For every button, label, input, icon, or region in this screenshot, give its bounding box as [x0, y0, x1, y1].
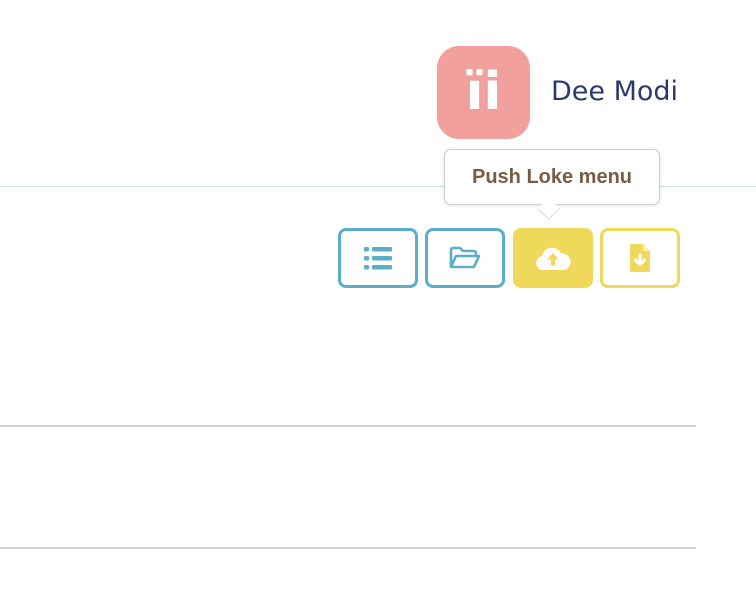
folder-open-icon [448, 245, 482, 271]
avatar[interactable]: ïi [437, 46, 530, 139]
page: ïi Dee Modi Push Loke menu [0, 0, 756, 602]
row-divider [0, 425, 696, 427]
file-download-icon [628, 243, 652, 273]
tooltip-text: Push Loke menu [471, 165, 633, 188]
list-button[interactable] [338, 228, 418, 288]
cloud-upload-icon [534, 244, 572, 272]
push-menu-button[interactable] [513, 228, 593, 288]
user-name[interactable]: Dee Modi [551, 76, 678, 107]
avatar-initials: ïi [465, 61, 502, 122]
row-divider [0, 547, 696, 549]
download-button[interactable] [600, 228, 680, 288]
tooltip: Push Loke menu [444, 149, 660, 205]
folder-button[interactable] [425, 228, 505, 288]
list-icon [363, 245, 393, 271]
